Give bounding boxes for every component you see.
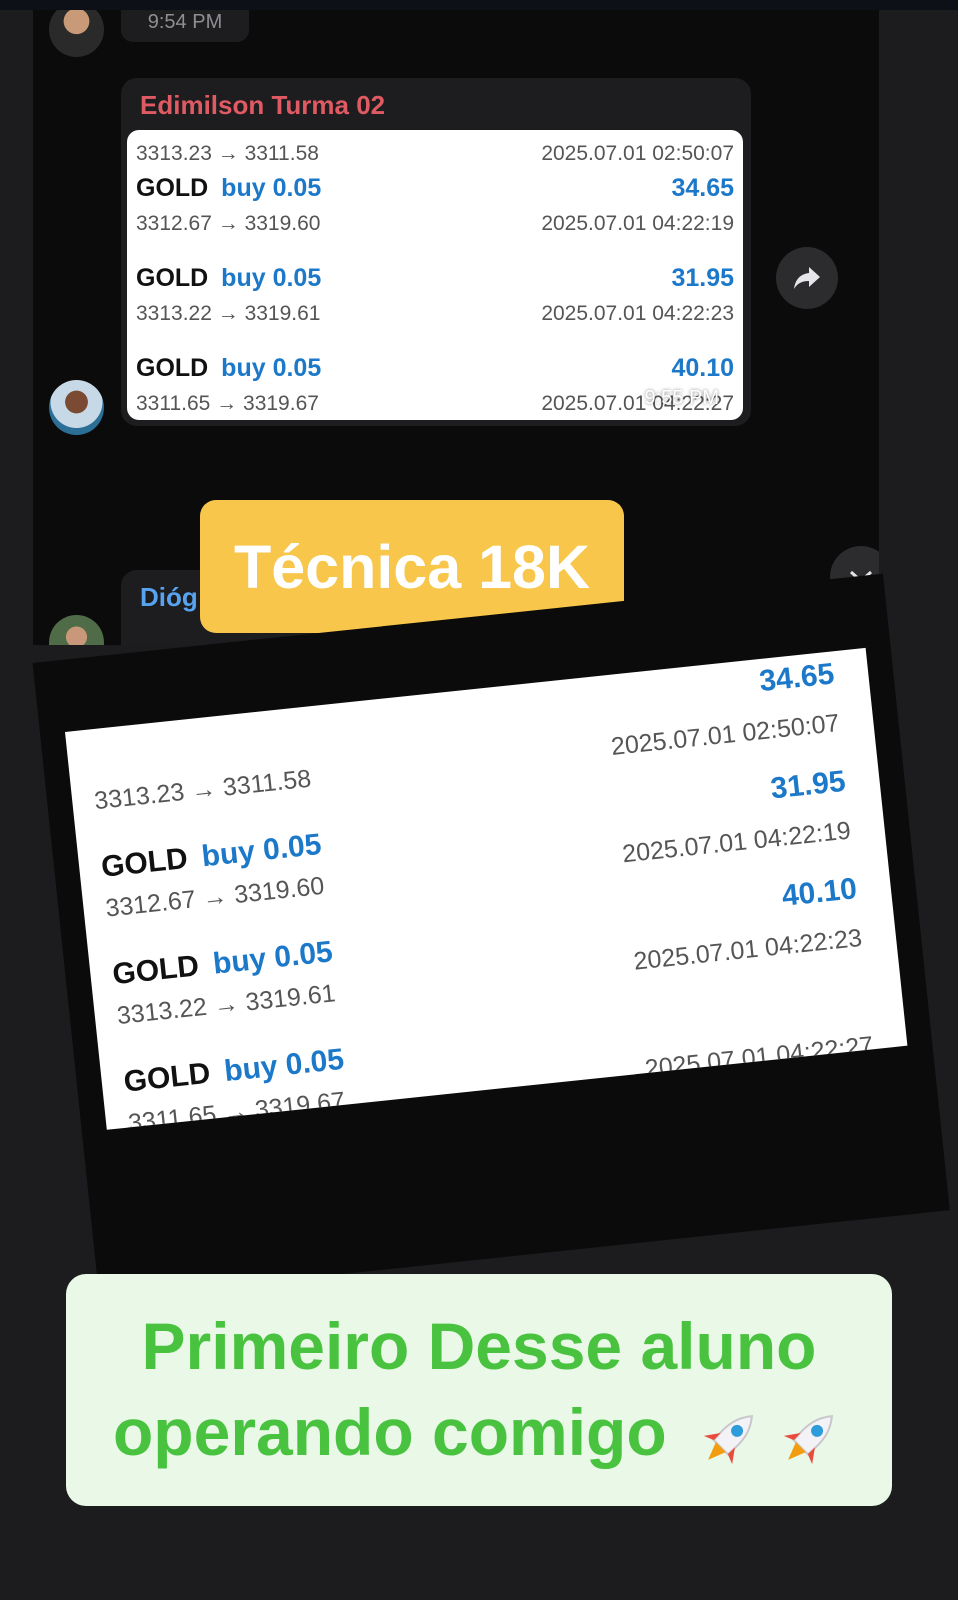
caption-line-1: Primeiro Desse aluno [141,1309,817,1384]
avatar[interactable] [49,380,104,435]
caption-line-2: operando comigo [112,1395,667,1469]
trade-profit: 31.95 [769,764,848,806]
share-arrow-icon [794,267,820,289]
trade-row: 3313.23 → 3311.58 2025.07.01 02:50:07 [127,130,743,176]
message-time: 9:55 PM [644,387,719,409]
trade-side: buy 0.05 [222,1042,346,1089]
trade-screenshot[interactable]: 3313.23 → 3311.58 2025.07.01 02:50:07 GO… [127,130,743,420]
trade-side: buy 0.05 [221,264,322,292]
trade-profit: 34.65 [757,657,836,699]
trade-profit: 34.65 [671,174,734,202]
trade-side: buy 0.05 [200,827,323,874]
trade-symbol: GOLD [122,1056,212,1099]
trade-side: buy 0.05 [221,174,322,202]
trade-side: buy 0.05 [211,935,335,981]
trade-prices: 3313.23 → 3311.58 [136,142,319,165]
share-button[interactable] [776,247,838,309]
trade-profit: 40.10 [671,354,734,382]
sender-name[interactable]: Dióg [140,582,198,613]
trade-profit: 31.95 [671,264,734,292]
sender-name[interactable]: Edimilson Turma 02 [140,90,385,121]
avatar[interactable] [49,615,104,645]
trade-date: 2025.07.01 02:50:07 [541,142,734,165]
trade-date: 2025.07.01 04:22:23 [541,302,734,325]
trade-symbol: GOLD [136,354,209,382]
right-rail [879,10,958,645]
trade-prices: 3311.65 → 3319.67 [136,392,319,415]
trade-prices: 3312.67 → 3319.60 [136,212,321,235]
trade-row: GOLD buy 0.05 34.65 3312.67 → 3319.60 20… [127,174,743,246]
trade-row: GOLD buy 0.05 31.95 3313.22 → 3319.61 20… [127,264,743,336]
trade-side: buy 0.05 [221,354,322,382]
trade-profit: 40.10 [780,872,859,913]
trade-symbol: GOLD [136,174,209,202]
rocket-icon [783,1414,834,1464]
trade-prices: 3313.22 → 3319.61 [136,302,321,325]
trade-message-bubble[interactable]: Edimilson Turma 02 3313.23 → 3311.58 202… [121,78,751,426]
caption-box: Primeiro Desse aluno operando comigo [66,1274,892,1506]
trade-symbol: GOLD [136,264,209,292]
trade-date: 2025.07.01 04:22:19 [541,212,734,235]
zoomed-trade-card: 34.65 3313.23 → 3311.58 2025.07.01 02:50… [65,647,908,1130]
top-strip [0,0,958,10]
earlier-time-pill: 9:54 PM [121,10,249,42]
avatar[interactable] [49,10,104,57]
trade-symbol: GOLD [110,949,201,992]
trade-symbol: GOLD [99,841,190,884]
rocket-icon [703,1414,754,1464]
